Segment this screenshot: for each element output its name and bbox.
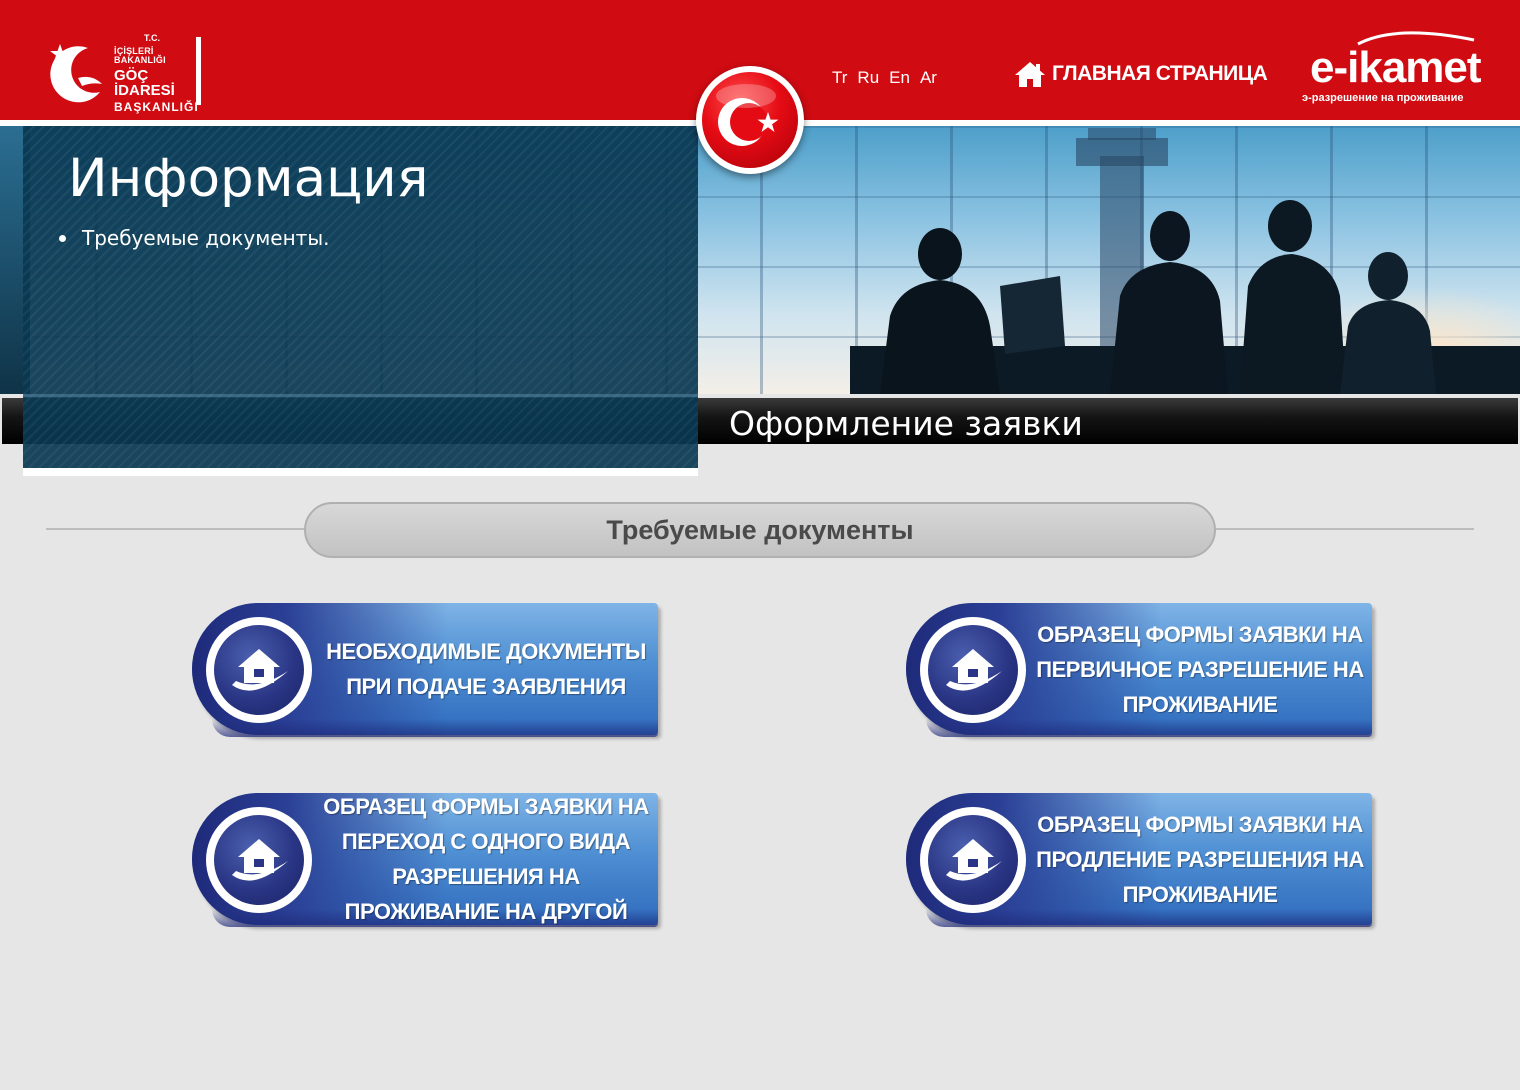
permit-transfer-form-button[interactable]: ОБРАЗЕЦ ФОРМЫ ЗАЯВКИ НА ПЕРЕХОД С ОДНОГО… bbox=[192, 793, 662, 927]
bullet-icon bbox=[59, 234, 66, 242]
brand-name: e-ikamet bbox=[1310, 43, 1482, 92]
lang-tr-link[interactable]: Tr bbox=[832, 68, 847, 88]
goc-idaresi-logo[interactable]: T.C. İÇİŞLERİ BAKANLIĞI GÖÇ İDARESİ BAŞK… bbox=[48, 34, 208, 114]
button-label: НЕОБХОДИМЫЕ ДОКУМЕНТЫ ПРИ ПОДАЧЕ ЗАЯВЛЕН… bbox=[326, 639, 646, 699]
logo-line3: BAŞKANLIĞI bbox=[114, 100, 199, 114]
section-heading-label: Требуемые документы bbox=[606, 514, 914, 545]
info-list: Требуемые документы. bbox=[59, 226, 329, 250]
house-check-icon bbox=[232, 649, 288, 691]
business-people-image bbox=[850, 128, 1520, 394]
home-page-link[interactable]: ГЛАВНАЯ СТРАНИЦА bbox=[1014, 60, 1268, 88]
info-title: Информация bbox=[68, 148, 429, 209]
button-label: ОБРАЗЕЦ ФОРМЫ ЗАЯВКИ НА ПЕРВИЧНОЕ РАЗРЕШ… bbox=[1036, 621, 1364, 717]
section-heading: Требуемые документы bbox=[304, 502, 1216, 558]
info-item-required-documents[interactable]: Требуемые документы. bbox=[59, 226, 329, 250]
turkish-flag-badge bbox=[696, 66, 804, 174]
logo-line2: GÖÇ İDARESİ bbox=[114, 67, 175, 99]
info-panel-strip bbox=[23, 468, 698, 476]
e-ikamet-logo[interactable]: e-ikamet э-разрешение на проживание bbox=[1296, 22, 1496, 112]
apply-title[interactable]: Оформление заявки bbox=[729, 404, 1083, 443]
required-documents-button[interactable]: НЕОБХОДИМЫЕ ДОКУМЕНТЫ ПРИ ПОДАЧЕ ЗАЯВЛЕН… bbox=[192, 603, 662, 737]
logo-divider bbox=[196, 37, 201, 105]
house-check-icon bbox=[946, 649, 1002, 691]
button-label: ОБРАЗЕЦ ФОРМЫ ЗАЯВКИ НА ПРОДЛЕНИЕ РАЗРЕШ… bbox=[1036, 811, 1364, 907]
logo-line1: İÇİŞLERİ BAKANLIĞI bbox=[114, 46, 166, 65]
permit-extension-form-button[interactable]: ОБРАЗЕЦ ФОРМЫ ЗАЯВКИ НА ПРОДЛЕНИЕ РАЗРЕШ… bbox=[906, 793, 1376, 927]
logo-text: T.C. İÇİŞLERİ BAKANLIĞI GÖÇ İDARESİ BAŞK… bbox=[114, 34, 208, 114]
house-check-icon bbox=[946, 839, 1002, 881]
home-page-label: ГЛАВНАЯ СТРАНИЦА bbox=[1052, 62, 1268, 85]
lang-ar-link[interactable]: Ar bbox=[920, 68, 937, 88]
turkish-flag-icon bbox=[716, 84, 779, 146]
button-label: ОБРАЗЕЦ ФОРМЫ ЗАЯВКИ НА ПЕРЕХОД С ОДНОГО… bbox=[323, 794, 649, 924]
lang-ru-link[interactable]: Ru bbox=[857, 68, 879, 88]
house-check-icon bbox=[232, 839, 288, 881]
language-switcher: Tr Ru En Ar bbox=[832, 68, 937, 88]
lang-en-link[interactable]: En bbox=[889, 68, 910, 88]
info-panel: Информация Требуемые документы. bbox=[23, 126, 698, 468]
info-item-label: Требуемые документы. bbox=[82, 226, 330, 250]
brand-subtitle: э-разрешение на проживание bbox=[1302, 92, 1464, 104]
initial-permit-form-button[interactable]: ОБРАЗЕЦ ФОРМЫ ЗАЯВКИ НА ПЕРВИЧНОЕ РАЗРЕШ… bbox=[906, 603, 1376, 737]
house-icon bbox=[1015, 62, 1045, 87]
crescent-star-icon bbox=[50, 44, 102, 103]
